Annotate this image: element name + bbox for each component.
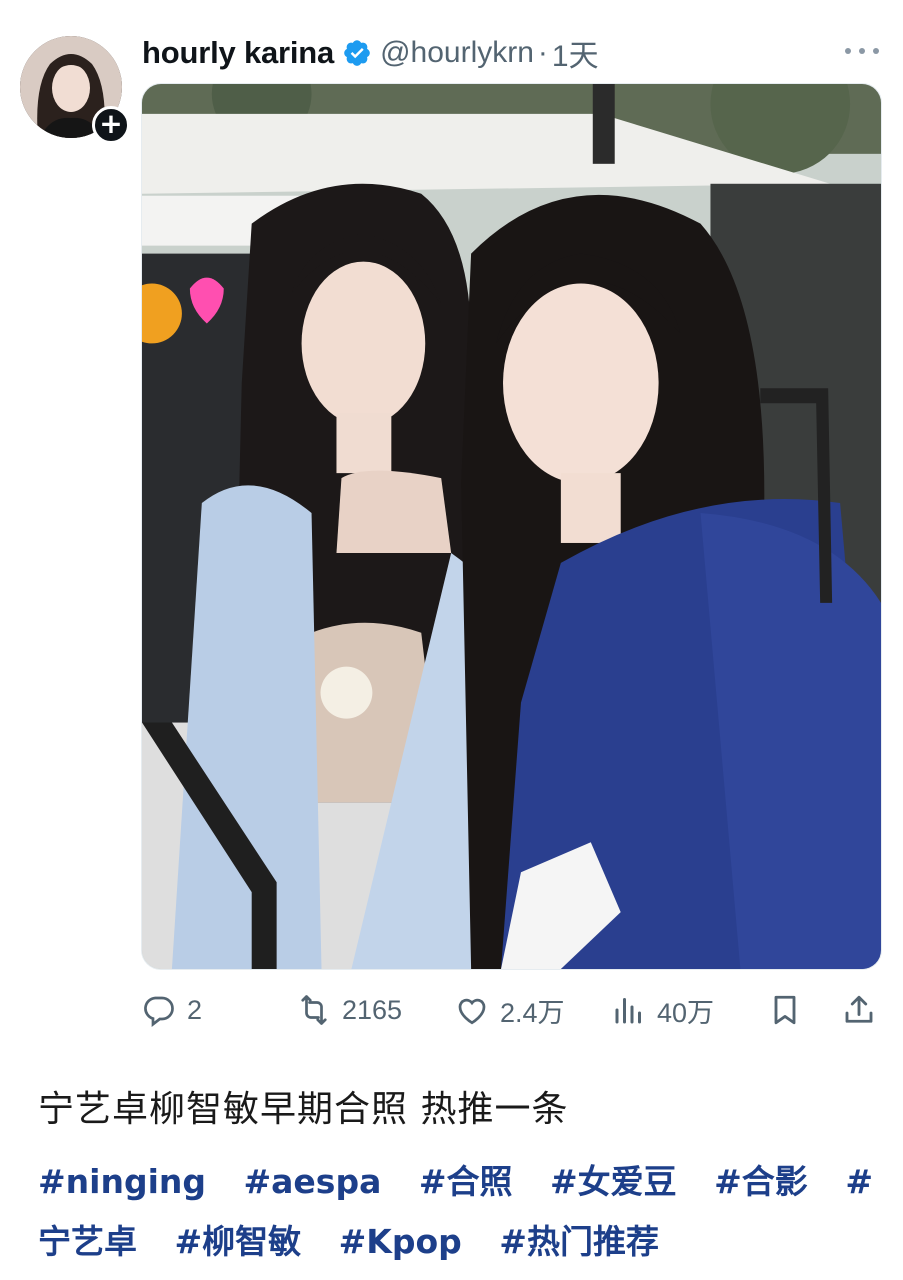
share-icon [845, 995, 873, 1023]
hashtag[interactable]: #合影 [714, 1162, 808, 1201]
verified-badge-icon [342, 38, 372, 68]
more-dots-icon[interactable] [845, 34, 879, 68]
bookmark-icon [774, 995, 796, 1025]
retweet-icon [301, 995, 327, 1025]
reply-button[interactable]: 2 [141, 986, 202, 1034]
reply-icon [144, 996, 174, 1028]
hashtag[interactable]: #柳智敏 [175, 1222, 302, 1261]
reply-count: 2 [187, 994, 203, 1025]
like-count: 2.4万 [500, 997, 565, 1028]
follow-plus-icon[interactable]: + [92, 106, 130, 144]
retweet-button[interactable]: 2165 [296, 986, 402, 1034]
avatar-container[interactable]: + [20, 36, 130, 144]
heart-icon [458, 998, 486, 1025]
hashtag[interactable]: #热门推荐 [499, 1222, 659, 1261]
post-detail: + hourly karina @hourlykrn · 1天 2 2165 2… [0, 0, 903, 1280]
hashtag[interactable]: #女爱豆 [550, 1162, 677, 1201]
post-caption: 宁艺卓柳智敏早期合照 热推一条 [38, 1089, 569, 1130]
like-button[interactable]: 2.4万 [454, 986, 565, 1034]
views-button[interactable]: 40万 [611, 986, 714, 1034]
separator-dot: · [537, 36, 548, 69]
views-chart-icon [615, 998, 641, 1024]
hashtag[interactable]: #合照 [419, 1162, 513, 1201]
action-bar: 2 2165 2.4万 40万 [141, 986, 882, 1034]
bookmark-button[interactable] [767, 986, 803, 1034]
views-count: 40万 [657, 997, 715, 1028]
hashtag[interactable]: #aespa [244, 1162, 382, 1201]
hashtag[interactable]: #Kpop [339, 1222, 462, 1261]
retweet-count: 2165 [342, 994, 403, 1025]
hashtag[interactable]: #ninging [38, 1162, 206, 1201]
post-photo[interactable] [141, 83, 882, 970]
display-name[interactable]: hourly karina [142, 35, 334, 71]
handle[interactable]: @hourlykrn [380, 36, 534, 70]
post-time[interactable]: 1天 [552, 31, 599, 75]
post-header: hourly karina @hourlykrn · 1天 [142, 30, 599, 76]
hashtag-list: #ninging #aespa #合照 #女爱豆 #合影 #宁艺卓 #柳智敏 #… [38, 1152, 878, 1272]
share-button[interactable] [841, 986, 877, 1034]
